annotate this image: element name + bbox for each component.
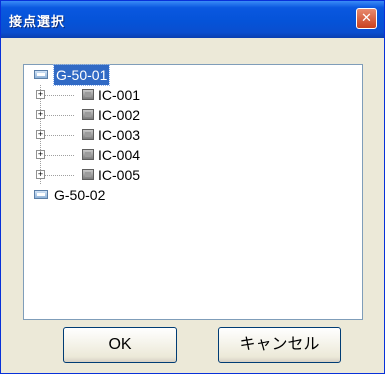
expand-plus-icon[interactable]: +: [36, 90, 45, 99]
expand-plus-icon[interactable]: +: [36, 130, 45, 139]
tree-item-g-50-02[interactable]: G-50-02: [24, 185, 344, 205]
tree-item-label: G-50-02: [54, 187, 106, 203]
title-bar[interactable]: 接点選択 ✕: [1, 1, 384, 38]
dialog-title: 接点選択: [9, 15, 66, 30]
expand-plus-icon[interactable]: +: [36, 170, 45, 179]
cancel-button[interactable]: キャンセル: [218, 327, 341, 363]
expand-plus-icon[interactable]: +: [36, 110, 45, 119]
tree-item-label: IC-004: [98, 147, 141, 163]
tree-item-label: IC-002: [98, 107, 141, 123]
tree-item-label: IC-005: [98, 167, 141, 183]
dialog-body: G-50-01 + IC-001 + IC-002 + IC-003 + IC-…: [1, 38, 384, 373]
expand-plus-icon[interactable]: +: [36, 150, 45, 159]
tree-item-ic-003[interactable]: + IC-003: [24, 125, 344, 145]
group-icon: [34, 190, 48, 199]
ic-unit-icon: [82, 169, 94, 180]
tree-view[interactable]: G-50-01 + IC-001 + IC-002 + IC-003 + IC-…: [23, 64, 363, 320]
close-button[interactable]: ✕: [356, 8, 377, 29]
tree-item-ic-004[interactable]: + IC-004: [24, 145, 344, 165]
group-icon: [34, 70, 48, 79]
tree-item-ic-002[interactable]: + IC-002: [24, 105, 344, 125]
tree-item-label: G-50-01: [52, 64, 111, 86]
ic-unit-icon: [82, 129, 94, 140]
tree-item-ic-001[interactable]: + IC-001: [24, 85, 344, 105]
tree-item-label: IC-001: [98, 87, 141, 103]
ic-unit-icon: [82, 109, 94, 120]
tree-item-g-50-01[interactable]: G-50-01: [24, 64, 344, 86]
ok-button[interactable]: OK: [63, 327, 177, 363]
ic-unit-icon: [82, 149, 94, 160]
tree-item-label: IC-003: [98, 127, 141, 143]
dialog-window: 接点選択 ✕ G-50-01 + IC-001 + IC-002 + IC-00…: [0, 0, 385, 374]
ic-unit-icon: [82, 89, 94, 100]
tree-item-ic-005[interactable]: + IC-005: [24, 165, 344, 185]
